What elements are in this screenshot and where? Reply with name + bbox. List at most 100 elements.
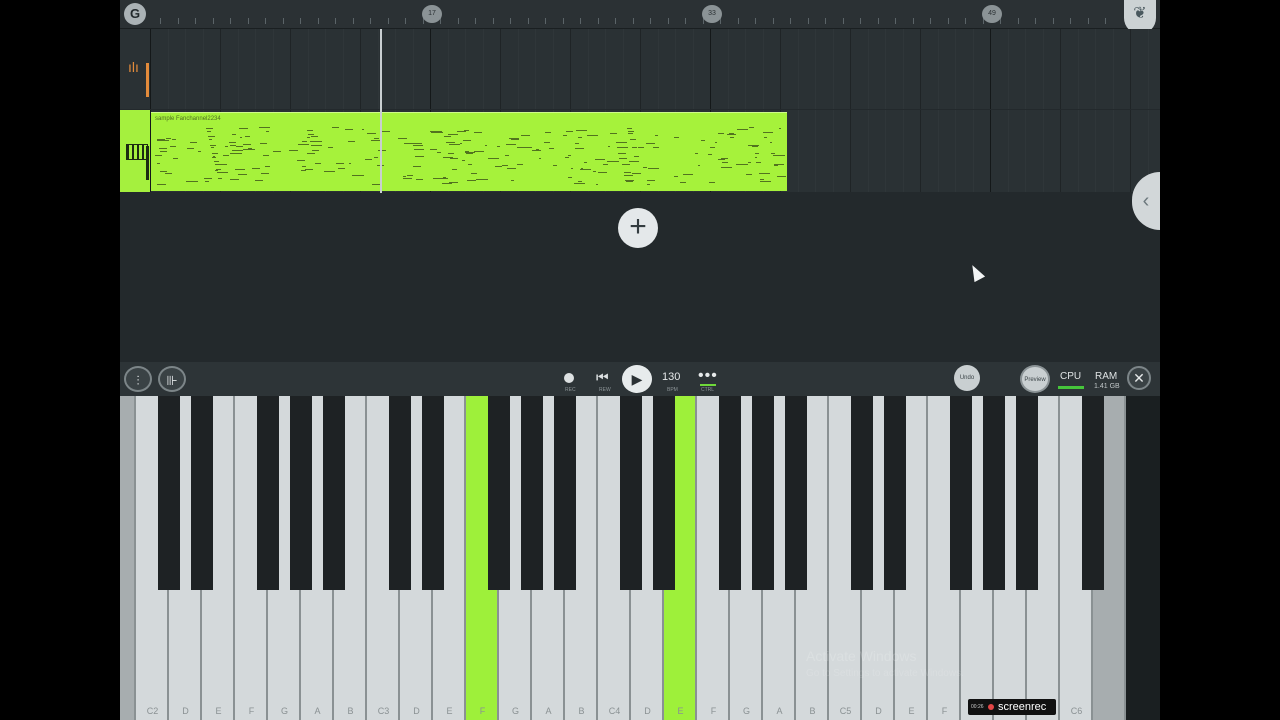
key-label: D (644, 706, 651, 716)
black-key[interactable] (290, 396, 312, 590)
note-mark (721, 167, 732, 169)
note-mark (310, 140, 322, 142)
loop-icon[interactable]: G (124, 3, 146, 25)
note-mark (473, 131, 482, 133)
note-mark (159, 147, 168, 149)
grid-line (1007, 110, 1009, 192)
black-key[interactable] (488, 396, 510, 590)
bar-marker-49[interactable]: 49 (982, 5, 1002, 23)
black-key[interactable] (719, 396, 741, 590)
note-mark (616, 146, 629, 148)
black-key[interactable] (620, 396, 642, 590)
black-key[interactable] (785, 396, 807, 590)
black-key[interactable] (653, 396, 675, 590)
key-label: A (314, 706, 321, 716)
ruler-tick (947, 18, 949, 24)
grid-line (430, 29, 431, 109)
black-key[interactable] (389, 396, 411, 590)
ruler-tick (755, 18, 756, 24)
note-mark (301, 141, 308, 143)
note-mark (772, 154, 785, 156)
track-header[interactable] (120, 110, 150, 192)
grid-line (990, 29, 991, 109)
black-key[interactable] (158, 396, 180, 590)
automation-track[interactable]: ılı (120, 29, 1160, 109)
rewind-button[interactable]: ⏮ (596, 369, 609, 386)
black-key[interactable] (422, 396, 444, 590)
pattern-clip[interactable]: sample Fanchannel2234 (151, 112, 787, 191)
ruler-tick (387, 18, 389, 24)
black-key[interactable] (323, 396, 345, 590)
mixer-button[interactable]: ⫶ (124, 366, 152, 392)
note-mark (225, 146, 229, 148)
ruler-tick (370, 18, 371, 24)
note-mark (415, 178, 424, 180)
grid-line (587, 29, 589, 109)
grid-line (1060, 110, 1061, 192)
black-key[interactable] (1082, 396, 1104, 590)
note-mark (236, 145, 244, 147)
note-mark (634, 155, 639, 157)
note-mark (311, 145, 323, 147)
track-grid[interactable] (150, 29, 1160, 109)
note-mark (412, 145, 423, 147)
windows-watermark-title: Activate Windows (806, 648, 917, 664)
playhead[interactable] (380, 29, 382, 193)
note-mark (442, 177, 446, 179)
play-button[interactable]: ▶ (622, 365, 652, 393)
note-mark (779, 127, 782, 129)
tempo-value[interactable]: 130 (662, 371, 680, 383)
note-mark (448, 181, 458, 183)
note-mark (626, 128, 632, 130)
add-track-button[interactable]: + (618, 208, 658, 248)
note-mark (510, 139, 519, 141)
undo-button[interactable]: Undo (954, 365, 980, 391)
note-mark (638, 147, 644, 149)
note-mark (306, 136, 311, 138)
grid-line (1130, 110, 1131, 192)
note-mark (520, 134, 530, 136)
note-mark (204, 180, 210, 182)
black-key[interactable] (752, 396, 774, 590)
note-mark (259, 127, 270, 129)
preview-button[interactable]: Preview (1020, 365, 1050, 393)
black-key[interactable] (257, 396, 279, 590)
note-mark (571, 167, 574, 169)
note-mark (332, 127, 339, 128)
piano-roll-button[interactable]: ⊪ (158, 366, 186, 392)
grid-line (797, 110, 799, 192)
more-button[interactable]: ••• (698, 367, 718, 385)
bar-marker-17[interactable]: 17 (422, 5, 442, 23)
black-key[interactable] (884, 396, 906, 590)
black-key[interactable] (851, 396, 873, 590)
black-key[interactable] (191, 396, 213, 590)
note-mark (697, 164, 701, 166)
timeline-ruler[interactable]: G 17 33 49 ❦ (120, 0, 1160, 34)
pattern-track[interactable]: sample Fanchannel2234 (120, 110, 1160, 192)
black-key[interactable] (950, 396, 972, 590)
close-button[interactable]: ✕ (1127, 366, 1151, 390)
note-mark (311, 135, 318, 137)
key-label: E (446, 706, 453, 716)
grid-line (1112, 110, 1114, 192)
black-key[interactable] (983, 396, 1005, 590)
black-key[interactable] (554, 396, 576, 590)
note-mark (218, 177, 223, 179)
cpu-meter (1058, 386, 1084, 389)
record-button[interactable] (564, 373, 574, 383)
grid-line (990, 110, 991, 192)
note-mark (607, 161, 620, 163)
black-key[interactable] (521, 396, 543, 590)
grid-line (920, 110, 921, 192)
note-mark (632, 173, 642, 175)
track-header[interactable]: ılı (120, 29, 150, 109)
grid-line (622, 29, 624, 109)
note-mark (769, 142, 773, 144)
windows-watermark-subtitle: Go to Settings to activate Windows. (806, 668, 964, 679)
black-key[interactable] (1016, 396, 1038, 590)
piano-keyboard[interactable]: C2DEFGABC3DEFGABC4DEFGABC5DEFGABC6 (120, 396, 1160, 720)
bar-marker-33[interactable]: 33 (702, 5, 722, 23)
note-mark (208, 136, 215, 138)
grid-line (885, 29, 886, 109)
white-key[interactable] (120, 396, 136, 720)
